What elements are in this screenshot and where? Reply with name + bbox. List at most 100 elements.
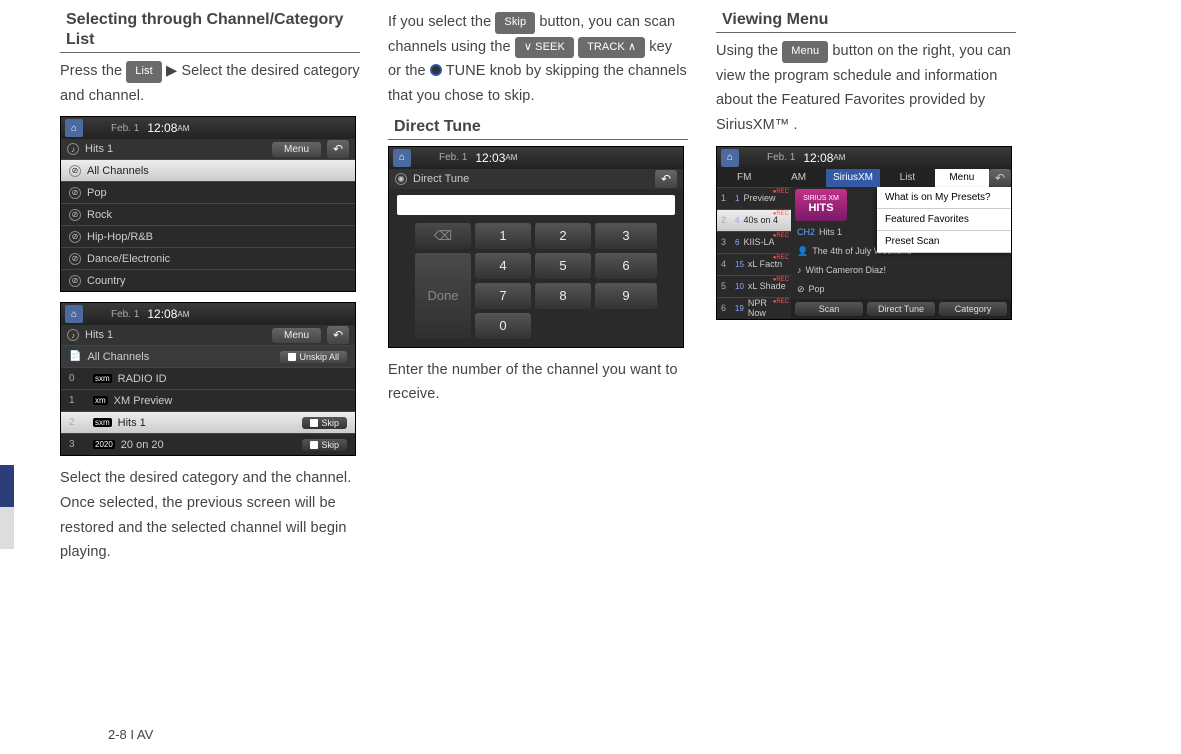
info-text: Pop bbox=[809, 284, 825, 294]
track-up-label: TRACK ∧ bbox=[578, 37, 645, 59]
preset-row[interactable]: 510xL Shade●REC bbox=[717, 275, 791, 297]
preset-row[interactable]: 2440s on 4●REC bbox=[717, 209, 791, 231]
scan-button[interactable]: Scan bbox=[795, 302, 863, 316]
key-1[interactable]: 1 bbox=[475, 223, 531, 249]
status-bar: ⌂ Feb. 1 12:08 AM bbox=[61, 117, 355, 139]
channel-name: Hits 1 bbox=[118, 417, 146, 429]
skip-button[interactable]: Skip bbox=[302, 417, 347, 429]
home-icon[interactable]: ⌂ bbox=[65, 119, 83, 137]
category-row[interactable]: ⊘Hip-Hop/R&B bbox=[61, 225, 355, 247]
category-icon: ⊘ bbox=[69, 231, 81, 243]
key-done[interactable]: Done bbox=[415, 253, 471, 339]
category-row[interactable]: ⊘Rock bbox=[61, 203, 355, 225]
tab-siriusxm[interactable]: SiriusXM bbox=[826, 169, 880, 187]
preset-name: 40s on 4 bbox=[743, 215, 778, 225]
category-row[interactable]: ⊘Pop bbox=[61, 181, 355, 203]
date: Feb. 1 bbox=[439, 152, 467, 163]
heading-direct-tune: Direct Tune bbox=[388, 117, 688, 140]
key-delete[interactable]: ⌫ bbox=[415, 223, 471, 249]
preset-channel-num: 6 bbox=[735, 238, 739, 247]
channel-input[interactable] bbox=[397, 195, 675, 215]
para-press-list: Press the List ▶ Select the desired cate… bbox=[60, 59, 360, 108]
category-label: All Channels bbox=[87, 165, 149, 177]
tune-knob-icon bbox=[430, 64, 442, 76]
key-9[interactable]: 9 bbox=[595, 283, 657, 309]
preset-row[interactable]: 36KIIS-LA●REC bbox=[717, 231, 791, 253]
key-5[interactable]: 5 bbox=[535, 253, 591, 279]
time: 12:08 bbox=[147, 307, 177, 321]
channel-row[interactable]: 3202020 on 20Skip bbox=[61, 433, 355, 455]
category-button[interactable]: Category bbox=[939, 302, 1007, 316]
channel-row[interactable]: 0sxmRADIO ID bbox=[61, 367, 355, 389]
menu-item[interactable]: Featured Favorites bbox=[877, 209, 1011, 231]
channel-row[interactable]: 1xmXM Preview bbox=[61, 389, 355, 411]
section-tab-active bbox=[0, 465, 14, 507]
key-8[interactable]: 8 bbox=[535, 283, 591, 309]
tab-menu[interactable]: Menu bbox=[935, 169, 989, 187]
channel-logo: SIRIUS XM HITS bbox=[795, 189, 847, 221]
direct-tune-button[interactable]: Direct Tune bbox=[867, 302, 935, 316]
list-title: All Channels bbox=[87, 351, 149, 363]
ampm: AM bbox=[177, 124, 189, 133]
category-row[interactable]: ⊘Country bbox=[61, 269, 355, 291]
status-bar: ⌂ Feb. 1 12:03 AM bbox=[389, 147, 683, 169]
key-6[interactable]: 6 bbox=[595, 253, 657, 279]
para-select-category: Select the desired category and the chan… bbox=[60, 466, 360, 565]
status-bar: ⌂ Feb. 1 12:08 AM bbox=[61, 303, 355, 325]
category-icon: ⊘ bbox=[69, 209, 81, 221]
current-channel: Hits 1 bbox=[85, 143, 266, 155]
channel-number: 2 bbox=[69, 417, 87, 428]
channel-logo-icon: xm bbox=[93, 396, 108, 405]
menu-button[interactable]: Menu bbox=[272, 142, 321, 157]
skip-button-label: Skip bbox=[495, 12, 535, 34]
key-0[interactable]: 0 bbox=[475, 313, 531, 339]
preset-channel-num: 4 bbox=[735, 216, 739, 225]
page-edge-tabs bbox=[0, 465, 14, 549]
skip-button[interactable]: Skip bbox=[302, 439, 347, 451]
time: 12:08 bbox=[147, 121, 177, 135]
rec-icon: ●REC bbox=[773, 211, 789, 217]
category-row[interactable]: ⊘Dance/Electronic bbox=[61, 247, 355, 269]
home-icon[interactable]: ⌂ bbox=[65, 305, 83, 323]
preset-list: 11Preview●REC2440s on 4●REC36KIIS-LA●REC… bbox=[717, 187, 791, 319]
ampm: AM bbox=[505, 153, 517, 162]
numeric-keypad: 1 2 3 ⌫ 4 5 6 Done 7 8 9 0 bbox=[389, 219, 683, 347]
back-icon[interactable]: ↶ bbox=[989, 169, 1011, 187]
column-2: If you select the Skip button, you can s… bbox=[388, 10, 688, 573]
text: Using the bbox=[716, 43, 782, 59]
category-row[interactable]: ⊘All Channels bbox=[61, 159, 355, 181]
now-playing-line: ♪With Cameron Diaz! bbox=[791, 261, 1011, 280]
category-icon: ⊘ bbox=[69, 275, 81, 287]
tab-am[interactable]: AM bbox=[771, 169, 825, 187]
home-icon[interactable]: ⌂ bbox=[393, 149, 411, 167]
heading-channel-list: Selecting through Channel/Category List bbox=[60, 10, 360, 53]
preset-row[interactable]: 415xL Factn●REC bbox=[717, 253, 791, 275]
home-icon[interactable]: ⌂ bbox=[721, 149, 739, 167]
tab-fm[interactable]: FM bbox=[717, 169, 771, 187]
page-footer: 2-8 I AV bbox=[108, 727, 153, 742]
channel-row[interactable]: 2 sxm Hits 1 Skip bbox=[61, 411, 355, 433]
preset-slot: 3 bbox=[721, 237, 731, 247]
preset-row[interactable]: 11Preview●REC bbox=[717, 187, 791, 209]
preset-channel-num: 1 bbox=[735, 194, 739, 203]
menu-item[interactable]: What is on My Presets? bbox=[877, 187, 1011, 209]
key-7[interactable]: 7 bbox=[475, 283, 531, 309]
key-2[interactable]: 2 bbox=[535, 223, 591, 249]
logo-top: SIRIUS XM bbox=[803, 195, 839, 202]
channel-logo-icon: sxm bbox=[93, 418, 112, 427]
now-playing-line: ⊘Pop bbox=[791, 280, 1011, 299]
back-icon[interactable]: ↶ bbox=[327, 140, 349, 158]
back-icon[interactable]: ↶ bbox=[655, 170, 677, 188]
preset-row[interactable]: 619NPR Now●REC bbox=[717, 297, 791, 319]
menu-button[interactable]: Menu bbox=[272, 328, 321, 343]
tab-list[interactable]: List bbox=[880, 169, 934, 187]
rec-icon: ●REC bbox=[773, 189, 789, 195]
back-icon[interactable]: ↶ bbox=[327, 326, 349, 344]
channel-number: 0 bbox=[69, 373, 87, 384]
section-tab bbox=[0, 507, 14, 549]
unskip-all-button[interactable]: Unskip All bbox=[280, 351, 347, 363]
key-3[interactable]: 3 bbox=[595, 223, 657, 249]
menu-item[interactable]: Preset Scan bbox=[877, 231, 1011, 253]
status-bar: ⌂ Feb. 1 12:08 AM bbox=[717, 147, 1011, 169]
key-4[interactable]: 4 bbox=[475, 253, 531, 279]
